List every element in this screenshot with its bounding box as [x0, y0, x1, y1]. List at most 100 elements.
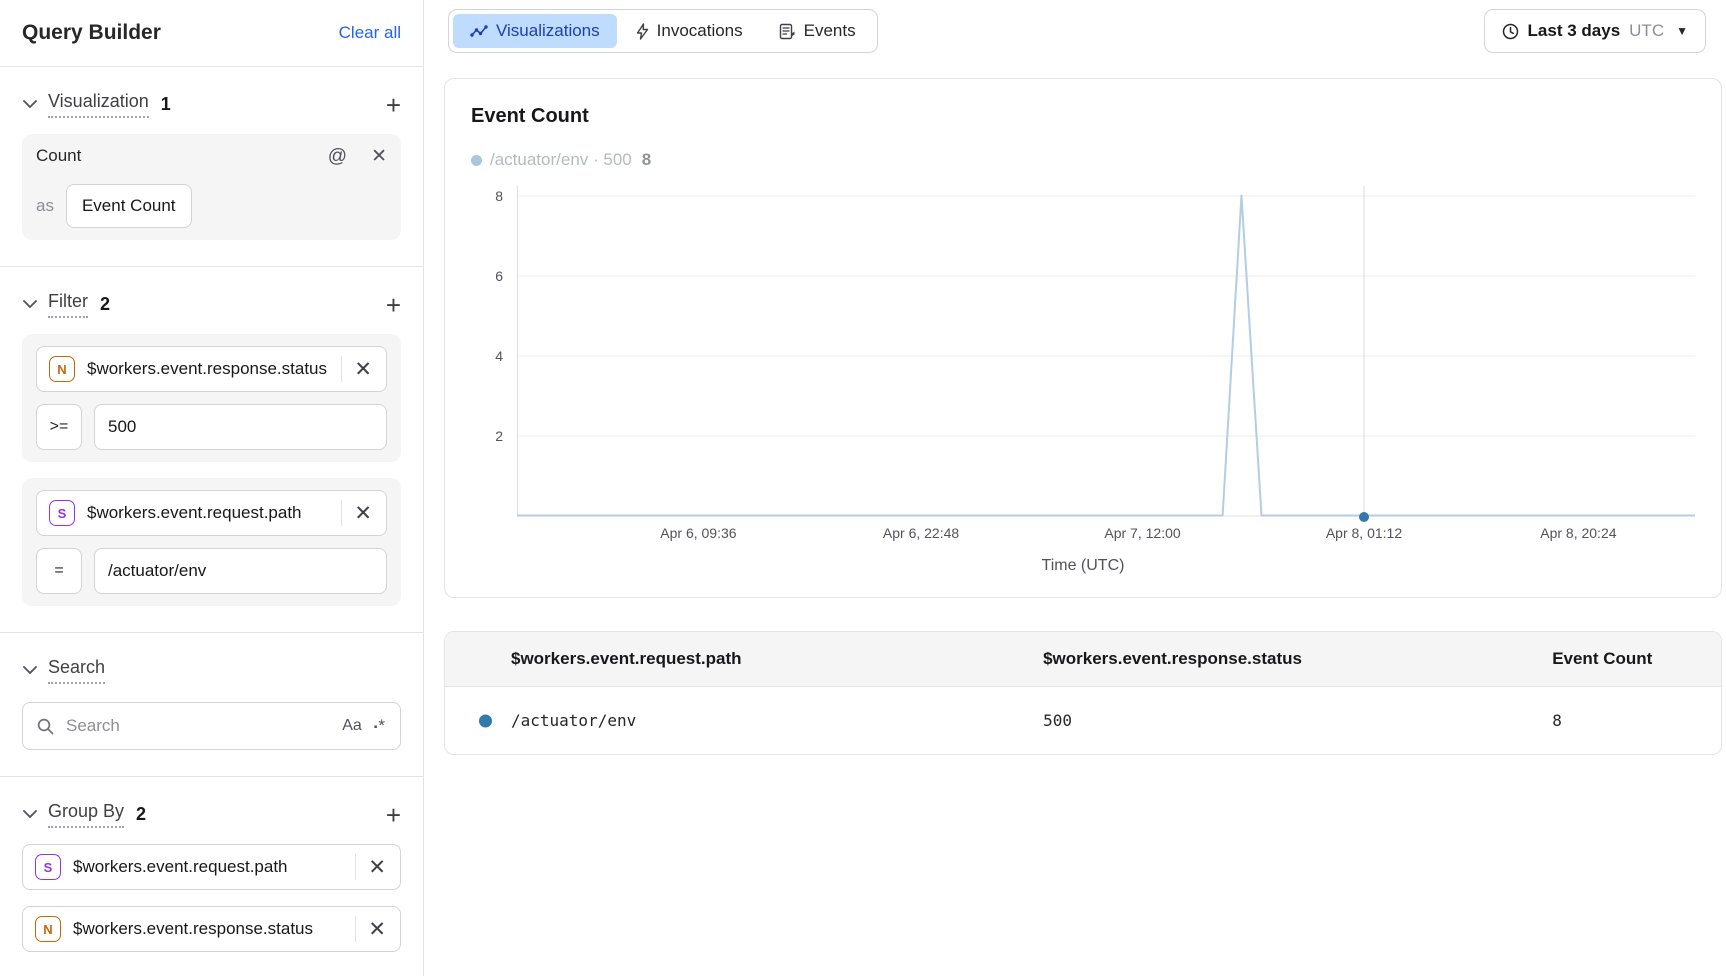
tab-label: Invocations — [657, 21, 743, 41]
regex-icon[interactable]: ▪* — [374, 716, 386, 736]
caret-down-icon: ▼ — [1676, 24, 1688, 38]
plot-area[interactable] — [517, 186, 1695, 517]
remove-filter-icon[interactable]: ✕ — [346, 503, 374, 524]
results-table: $workers.event.request.path $workers.eve… — [444, 631, 1722, 755]
x-axis-title: Time (UTC) — [471, 557, 1695, 575]
y-axis: 2468 — [471, 186, 517, 517]
table-row[interactable]: /actuator/env 500 8 — [445, 687, 1721, 754]
query-builder-sidebar: Query Builder Clear all Visualization 1 … — [0, 0, 424, 976]
lightning-bolt-icon — [636, 23, 649, 40]
visualization-section: Visualization 1 + Count @ ✕ as Event Cou… — [0, 67, 423, 266]
add-group-by-button[interactable]: + — [386, 805, 401, 825]
filter-operator-select[interactable]: = — [36, 548, 82, 594]
table-cell-count: 8 — [1486, 687, 1721, 754]
event-log-icon — [779, 23, 796, 40]
number-type-badge: N — [49, 356, 75, 382]
tab-events[interactable]: Events — [762, 14, 873, 48]
query-builder-app: Query Builder Clear all Visualization 1 … — [0, 0, 1726, 976]
chart-legend[interactable]: /actuator/env · 500 8 — [471, 150, 1695, 170]
visualization-function[interactable]: Count — [36, 146, 81, 166]
divider — [341, 356, 342, 382]
search-section: Search Aa ▪* — [0, 633, 423, 776]
tab-invocations[interactable]: Invocations — [619, 14, 760, 48]
legend-series-label: /actuator/env · 500 — [490, 150, 632, 170]
column-header: $workers.event.response.status — [977, 632, 1486, 686]
chart-panel: Event Count /actuator/env · 500 8 2468 A… — [444, 78, 1722, 598]
chart-title: Event Count — [471, 105, 1695, 128]
as-label: as — [36, 196, 54, 216]
filter-count: 2 — [100, 294, 110, 315]
time-range-selector[interactable]: Last 3 days UTC ▼ — [1484, 9, 1706, 53]
x-tick-label: Apr 6, 22:48 — [883, 525, 959, 541]
view-tabs: Visualizations Invocations Events — [448, 9, 878, 53]
line-chart — [517, 186, 1695, 517]
tab-visualizations[interactable]: Visualizations — [453, 14, 617, 48]
visualization-alias-field[interactable]: Event Count — [66, 184, 192, 228]
visualization-section-label: Visualization — [48, 91, 149, 118]
search-section-label: Search — [48, 657, 105, 684]
remove-filter-icon[interactable]: ✕ — [346, 359, 374, 380]
match-case-icon[interactable]: Aa — [342, 717, 362, 735]
filter-operator-select[interactable]: >= — [36, 404, 82, 450]
group-by-field-name: $workers.event.response.status — [73, 919, 313, 939]
top-bar: Visualizations Invocations Events — [444, 0, 1722, 62]
search-box: Aa ▪* — [22, 702, 401, 750]
string-type-badge: S — [49, 500, 75, 526]
group-by-section-label: Group By — [48, 801, 124, 828]
group-by-count: 2 — [136, 804, 146, 825]
clear-all-button[interactable]: Clear all — [339, 23, 401, 43]
filter-card: N $workers.event.response.status ✕ >= — [22, 334, 401, 462]
x-tick-label: Apr 7, 12:00 — [1104, 525, 1180, 541]
group-by-field-select[interactable]: N $workers.event.response.status ✕ — [22, 906, 401, 952]
y-tick-label: 2 — [495, 428, 503, 444]
group-by-section: Group By 2 + S $workers.event.request.pa… — [0, 777, 423, 976]
divider — [355, 916, 356, 942]
remove-group-by-icon[interactable]: ✕ — [360, 919, 388, 940]
time-range-timezone: UTC — [1629, 21, 1664, 41]
filter-value-input[interactable] — [94, 548, 387, 594]
chevron-down-icon[interactable] — [22, 297, 38, 313]
filter-value-input[interactable] — [94, 404, 387, 450]
chevron-down-icon[interactable] — [22, 807, 38, 823]
add-visualization-button[interactable]: + — [386, 95, 401, 115]
column-header: Event Count — [1486, 632, 1721, 686]
number-type-badge: N — [35, 916, 61, 942]
x-axis: Apr 6, 09:36Apr 6, 22:48Apr 7, 12:00Apr … — [517, 517, 1695, 543]
search-icon — [37, 718, 54, 735]
column-header: $workers.event.request.path — [445, 632, 977, 686]
divider — [341, 500, 342, 526]
table-cell-path: /actuator/env — [445, 687, 977, 754]
filter-section-label: Filter — [48, 291, 88, 318]
chevron-down-icon[interactable] — [22, 97, 38, 113]
search-input[interactable] — [66, 716, 330, 736]
chart-area: 2468 — [471, 186, 1695, 517]
divider — [355, 854, 356, 880]
group-by-field-name: $workers.event.request.path — [73, 857, 288, 877]
filter-card: S $workers.event.request.path ✕ = — [22, 478, 401, 606]
visualization-card: Count @ ✕ as Event Count — [22, 134, 401, 240]
filter-field-name: $workers.event.request.path — [87, 503, 302, 523]
string-type-badge: S — [35, 854, 61, 880]
add-filter-button[interactable]: + — [386, 295, 401, 315]
sidebar-header: Query Builder Clear all — [0, 0, 423, 67]
remove-group-by-icon[interactable]: ✕ — [360, 857, 388, 878]
x-tick-label: Apr 8, 20:24 — [1540, 525, 1616, 541]
table-header-row: $workers.event.request.path $workers.eve… — [445, 632, 1721, 687]
filter-field-name: $workers.event.response.status — [87, 359, 327, 379]
legend-series-value: 8 — [642, 150, 651, 170]
at-sign-icon[interactable]: @ — [328, 147, 347, 166]
visualization-count: 1 — [161, 94, 171, 115]
filter-field-select[interactable]: N $workers.event.response.status ✕ — [36, 346, 387, 392]
x-tick-label: Apr 8, 01:12 — [1326, 525, 1402, 541]
y-tick-label: 8 — [495, 188, 503, 204]
filter-field-select[interactable]: S $workers.event.request.path ✕ — [36, 490, 387, 536]
time-range-label: Last 3 days — [1528, 21, 1621, 41]
chevron-down-icon[interactable] — [22, 663, 38, 679]
close-icon[interactable]: ✕ — [371, 147, 387, 166]
legend-dot — [471, 155, 482, 166]
line-chart-icon — [470, 24, 488, 38]
group-by-field-select[interactable]: S $workers.event.request.path ✕ — [22, 844, 401, 890]
clock-icon — [1502, 23, 1519, 40]
page-title: Query Builder — [22, 21, 161, 45]
y-tick-label: 4 — [495, 348, 503, 364]
